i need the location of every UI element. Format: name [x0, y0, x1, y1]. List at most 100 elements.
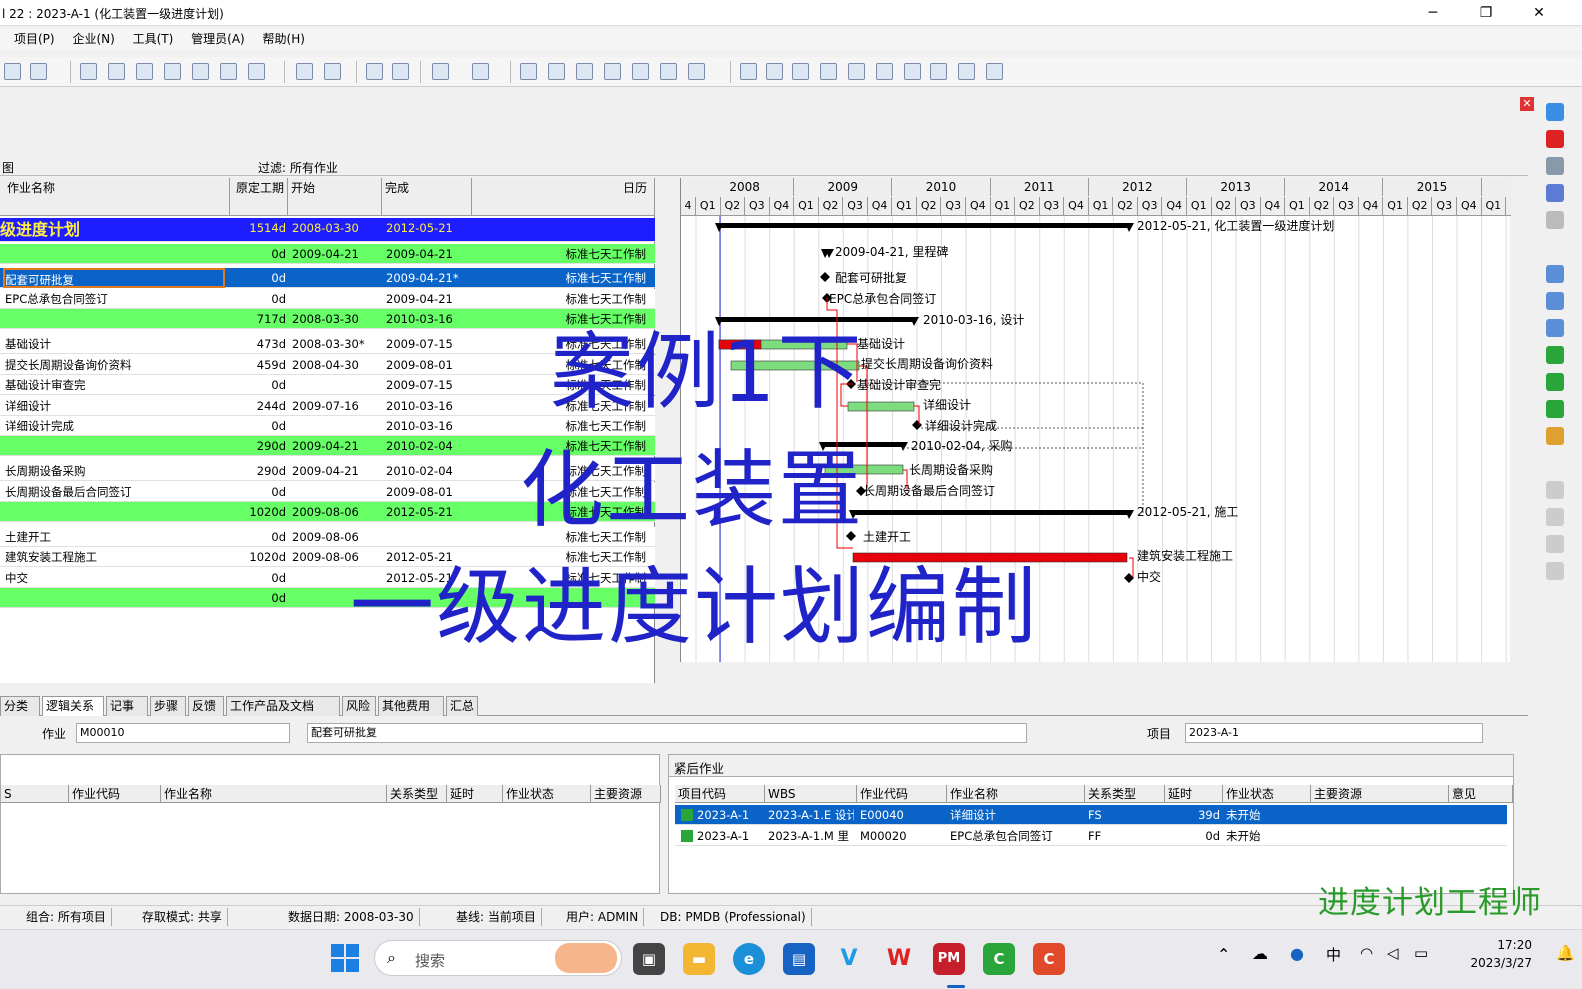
taskbar-search[interactable]: ⌕ 搜索 [374, 940, 622, 976]
succ-col-header[interactable]: 延时 [1165, 785, 1223, 803]
toolbar-button-icon-8[interactable] [248, 63, 265, 80]
toolbar-button-icon-12[interactable] [392, 63, 409, 80]
pred-col-header[interactable]: 关系类型 [387, 785, 447, 803]
vscode-like-icon[interactable]: V [833, 943, 865, 975]
side-tool-icon-8[interactable] [1546, 346, 1564, 364]
volume-icon[interactable]: ◁ [1387, 944, 1399, 962]
menu-enterprise[interactable]: 企业(N) [72, 28, 114, 50]
tab-1[interactable]: 逻辑关系 [42, 696, 104, 717]
menu-tools[interactable]: 工具(T) [133, 28, 174, 50]
pred-col-header[interactable]: S [1, 785, 69, 803]
battery-icon[interactable]: ▭ [1414, 944, 1428, 962]
tab-4[interactable]: 反馈 [188, 696, 224, 716]
successor-row[interactable]: 2023-A-1 2023-A-1.M 里 M00020 EPC总承包合同签订 FF 0d… [675, 826, 1507, 846]
toolbar-button-icon-21[interactable] [688, 63, 705, 80]
store-icon[interactable]: ▤ [783, 943, 815, 975]
side-tool-icon-6[interactable] [1546, 292, 1564, 310]
tab-0[interactable]: 分类码 [0, 696, 40, 731]
toolbar-button-icon-30[interactable] [958, 63, 975, 80]
toolbar-button-icon-22[interactable] [740, 63, 757, 80]
toolbar-button-icon-18[interactable] [604, 63, 621, 80]
tray-chevron-icon[interactable]: ⌃ [1217, 945, 1230, 964]
notification-icon[interactable]: 🔔 [1556, 944, 1575, 962]
toolbar-button-icon-24[interactable] [792, 63, 809, 80]
side-tool-icon-13[interactable] [1546, 508, 1564, 526]
toolbar-button-icon-26[interactable] [848, 63, 865, 80]
wps-icon[interactable]: W [883, 943, 915, 975]
tab-2[interactable]: 记事本 [106, 696, 148, 731]
col-duration-header[interactable]: 原定工期 [230, 178, 288, 216]
pred-col-header[interactable]: 作业代码 [69, 785, 161, 803]
table-row[interactable]: 配套可研批复 0d 2009-04-21* 标准七天工作制 [0, 268, 655, 288]
ime-indicator[interactable]: 中 [1326, 944, 1341, 965]
succ-col-header[interactable]: 作业状态 [1223, 785, 1311, 803]
tab-3[interactable]: 步骤 [150, 696, 186, 716]
menu-help[interactable]: 帮助(H) [263, 28, 305, 50]
toolbar-button-icon-2[interactable] [80, 63, 97, 80]
maximize-button[interactable]: ❐ [1463, 0, 1509, 26]
toolbar-button-icon-11[interactable] [366, 63, 383, 80]
successor-row[interactable]: 2023-A-1 2023-A-1.E 设计 E00040 详细设计 FS 39d 未开始 [675, 805, 1507, 825]
tab-7[interactable]: 其他费用 [378, 696, 444, 716]
toolbar-button-icon-1[interactable] [30, 63, 47, 80]
toolbar-button-icon-0[interactable] [4, 63, 21, 80]
toolbar-button-icon-27[interactable] [876, 63, 893, 80]
side-tool-icon-15[interactable] [1546, 562, 1564, 580]
tab-6[interactable]: 风险 [342, 696, 376, 716]
activity-id-field[interactable]: M00010 [76, 723, 290, 743]
side-tool-icon-1[interactable] [1546, 130, 1564, 148]
side-tool-icon-7[interactable] [1546, 319, 1564, 337]
side-tool-icon-5[interactable] [1546, 265, 1564, 283]
toolbar-button-icon-23[interactable] [766, 63, 783, 80]
toolbar-button-icon-17[interactable] [576, 63, 593, 80]
toolbar-button-icon-6[interactable] [192, 63, 209, 80]
side-tool-icon-14[interactable] [1546, 535, 1564, 553]
pred-col-header[interactable]: 作业状态 [503, 785, 591, 803]
toolbar-button-icon-4[interactable] [136, 63, 153, 80]
succ-col-header[interactable]: 关系类型 [1085, 785, 1165, 803]
succ-col-header[interactable]: 项目代码 [675, 785, 765, 803]
toolbar-button-icon-25[interactable] [820, 63, 837, 80]
side-tool-icon-12[interactable] [1546, 481, 1564, 499]
toolbar-button-icon-28[interactable] [904, 63, 921, 80]
camtasia-green-icon[interactable]: C [983, 943, 1015, 975]
side-tool-icon-11[interactable] [1546, 427, 1564, 445]
start-icon[interactable] [331, 944, 359, 972]
pred-col-header[interactable]: 作业名称 [161, 785, 387, 803]
toolbar-button-icon-14[interactable] [472, 63, 489, 80]
table-row[interactable]: 级进度计划 1514d 2008-03-30 2012-05-21 [0, 218, 655, 242]
edge-icon[interactable]: e [733, 943, 765, 975]
col-finish-header[interactable]: 完成 [382, 178, 472, 216]
menu-project[interactable]: 项目(P) [14, 28, 55, 50]
toolbar-button-icon-29[interactable] [930, 63, 947, 80]
pred-col-header[interactable]: 延时 [447, 785, 503, 803]
mic-icon[interactable]: ● [1290, 944, 1304, 963]
succ-col-header[interactable]: WBS [765, 785, 857, 803]
col-calendar-header[interactable]: 日历 [472, 178, 655, 216]
toolbar-button-icon-10[interactable] [324, 63, 341, 80]
toolbar-button-icon-9[interactable] [296, 63, 313, 80]
toolbar-button-icon-31[interactable] [986, 63, 1003, 80]
col-name-header[interactable]: 作业名称 [0, 178, 230, 216]
toolbar-button-icon-16[interactable] [548, 63, 565, 80]
p6-icon[interactable]: PM [933, 943, 965, 975]
project-field[interactable]: 2023-A-1 [1185, 723, 1483, 743]
succ-col-header[interactable]: 作业代码 [857, 785, 947, 803]
onedrive-icon[interactable]: ☁ [1252, 944, 1268, 963]
side-tool-icon-4[interactable] [1546, 211, 1564, 229]
succ-col-header[interactable]: 作业名称 [947, 785, 1085, 803]
file-explorer-icon[interactable]: ▬ [683, 943, 715, 975]
toolbar-button-icon-20[interactable] [660, 63, 677, 80]
clock-time[interactable]: 17:20 [1480, 938, 1532, 952]
filter-label[interactable]: 过滤: 所有作业 [258, 159, 338, 176]
toolbar-button-icon-5[interactable] [164, 63, 181, 80]
activity-name-field[interactable]: 配套可研批复 [307, 723, 1027, 743]
table-row[interactable]: EPC总承包合同签订 0d 2009-04-21 标准七天工作制 [0, 289, 655, 309]
menu-admin[interactable]: 管理员(A) [191, 28, 245, 50]
col-start-header[interactable]: 开始 [288, 178, 382, 216]
side-tool-icon-9[interactable] [1546, 373, 1564, 391]
side-tool-icon-0[interactable] [1546, 103, 1564, 121]
wifi-icon[interactable]: ◠ [1360, 944, 1373, 962]
tab-5[interactable]: 工作产品及文档 [226, 696, 340, 716]
toolbar-button-icon-15[interactable] [520, 63, 537, 80]
